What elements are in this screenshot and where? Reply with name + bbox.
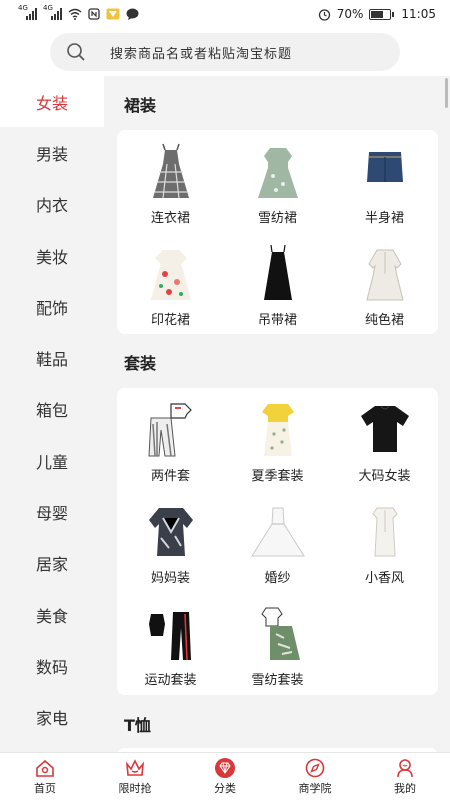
sidebar-item[interactable]: 儿童 xyxy=(0,435,104,486)
category-tile[interactable]: 连衣裙 xyxy=(117,142,224,226)
category-tile[interactable]: 吊带裙 xyxy=(224,244,331,328)
card-dresses: 连衣裙 雪纺裙 半身裙印花裙 吊带裙 纯色裙 xyxy=(117,130,438,334)
sidebar-item[interactable]: 箱包 xyxy=(0,384,104,435)
category-tile-label: 雪纺套装 xyxy=(251,673,304,688)
chiffon-dress-icon xyxy=(257,148,298,198)
nav-item-label: 商学院 xyxy=(298,782,332,795)
slip-dress-icon xyxy=(263,244,292,300)
nav-item-label: 首页 xyxy=(34,782,56,795)
crown-icon xyxy=(125,759,145,776)
nav-item[interactable]: 我的 xyxy=(360,753,450,800)
plus-size-icon xyxy=(360,405,409,452)
wifi-icon xyxy=(68,8,82,20)
sidebar-item[interactable]: 家电 xyxy=(0,692,104,743)
nav-item-label: 分类 xyxy=(214,782,236,795)
category-tile-label: 大码女装 xyxy=(358,469,411,484)
battery-icon xyxy=(369,8,395,20)
two-piece-icon xyxy=(147,403,192,457)
sidebar-item[interactable]: 美妆 xyxy=(0,230,104,281)
category-tile-label: 运动套装 xyxy=(144,673,197,688)
section-title-sets: 套装 xyxy=(124,354,157,373)
category-tile[interactable]: 运动套装 xyxy=(117,604,224,688)
category-tile-label: 雪纺裙 xyxy=(257,211,297,226)
category-sidebar: 女装 男装 内衣 美妆 配饰 鞋品 箱包 儿童 母婴 居家 美食 数码 家电 xyxy=(0,76,104,752)
message-icon xyxy=(126,8,139,20)
sidebar-item[interactable]: 男装 xyxy=(0,127,104,178)
category-tile[interactable]: 纯色裙 xyxy=(331,244,438,328)
nav-item[interactable]: 限时抢 xyxy=(90,753,180,800)
battery-fill xyxy=(371,10,384,18)
signal-icon: 4G xyxy=(18,4,37,20)
plaid-dress-icon xyxy=(152,143,189,199)
category-tile[interactable]: 大码女装 xyxy=(331,400,438,484)
scrollbar[interactable] xyxy=(445,78,448,108)
sidebar-item[interactable]: 数码 xyxy=(0,640,104,691)
summer-set-icon xyxy=(261,404,294,456)
search-bar: 搜索商品名或者粘贴淘宝标题 xyxy=(0,28,450,76)
sidebar-item[interactable]: 配饰 xyxy=(0,281,104,332)
category-tile[interactable]: 妈妈装 xyxy=(117,502,224,586)
category-tile-label: 两件套 xyxy=(150,469,190,484)
nav-item[interactable]: 首页 xyxy=(0,753,90,800)
sidebar-item[interactable]: 美食 xyxy=(0,589,104,640)
status-right: 70% 11:05 xyxy=(318,7,436,21)
category-content: 裙装 连衣裙 雪纺裙 半身裙印花裙 吊带裙 纯色裙 套装 两件套 夏季套装 大码女装妈妈装 婚… xyxy=(104,76,450,752)
alarm-icon xyxy=(318,8,330,21)
signal-icon-2: 4G xyxy=(43,4,62,20)
category-tile-label: 半身裙 xyxy=(364,211,404,226)
section-title-dresses: 裙装 xyxy=(124,96,157,115)
nav-item[interactable]: 分类 xyxy=(180,753,270,800)
home-icon xyxy=(36,759,54,777)
card-sets: 两件套 夏季套装 大码女装妈妈装 婚纱 小香风运动套装 雪纺套装 xyxy=(117,388,438,695)
wedding-dress-icon xyxy=(250,507,305,557)
bottom-navigation: 首页 限时抢 分类 商学院 我的 xyxy=(0,752,450,800)
diamond-icon xyxy=(215,758,235,778)
network-label-2: 4G xyxy=(43,4,53,12)
category-tile-label: 纯色裙 xyxy=(364,313,404,328)
category-tile[interactable]: 雪纺裙 xyxy=(224,142,331,226)
category-tile-label: 婚纱 xyxy=(264,571,291,586)
clock: 11:05 xyxy=(401,7,436,21)
nfc-icon xyxy=(88,8,100,20)
status-bar: 4G 4G 70% 11:05 xyxy=(0,0,450,28)
category-tile-label: 妈妈装 xyxy=(150,571,190,586)
nav-item-label: 限时抢 xyxy=(118,782,152,795)
category-tile[interactable]: 半身裙 xyxy=(331,142,438,226)
category-tile-label: 小香风 xyxy=(364,571,404,586)
compass-icon xyxy=(305,758,325,778)
print-dress-icon xyxy=(150,250,191,300)
user-icon xyxy=(397,759,413,778)
sidebar-item[interactable]: 居家 xyxy=(0,538,104,589)
nav-item-label: 我的 xyxy=(394,782,416,795)
sidebar-item[interactable]: 女装 xyxy=(0,76,104,128)
section-title-tshirts: T恤 xyxy=(124,716,151,735)
sidebar-item[interactable]: 母婴 xyxy=(0,486,104,537)
chiffon-set-icon xyxy=(260,607,300,660)
search-input[interactable]: 搜索商品名或者粘贴淘宝标题 xyxy=(50,33,400,71)
tweed-style-icon xyxy=(371,507,398,557)
category-tile[interactable]: 印花裙 xyxy=(117,244,224,328)
category-tile[interactable]: 小香风 xyxy=(331,502,438,586)
category-tile-label: 印花裙 xyxy=(150,313,190,328)
status-left: 4G 4G xyxy=(18,4,139,20)
denim-skirt-icon xyxy=(366,152,403,182)
nav-item[interactable]: 商学院 xyxy=(270,753,360,800)
sidebar-item[interactable]: 内衣 xyxy=(0,179,104,230)
app-notification-icon xyxy=(106,8,120,20)
solid-dress-icon xyxy=(365,249,404,301)
category-tile[interactable]: 婚纱 xyxy=(224,502,331,586)
search-placeholder: 搜索商品名或者粘贴淘宝标题 xyxy=(110,46,293,62)
search-icon[interactable] xyxy=(66,42,86,62)
mom-wear-icon xyxy=(148,508,193,556)
sport-set-icon xyxy=(148,612,191,661)
category-tile[interactable]: 雪纺套装 xyxy=(224,604,331,688)
category-tile-label: 吊带裙 xyxy=(257,313,297,328)
network-label: 4G xyxy=(18,4,28,12)
battery-percent: 70% xyxy=(336,7,364,21)
category-tile[interactable]: 两件套 xyxy=(117,400,224,484)
category-tile-label: 连衣裙 xyxy=(150,211,190,226)
category-tile-label: 夏季套装 xyxy=(251,469,304,484)
category-tile[interactable]: 夏季套装 xyxy=(224,400,331,484)
sidebar-item[interactable]: 鞋品 xyxy=(0,332,104,383)
